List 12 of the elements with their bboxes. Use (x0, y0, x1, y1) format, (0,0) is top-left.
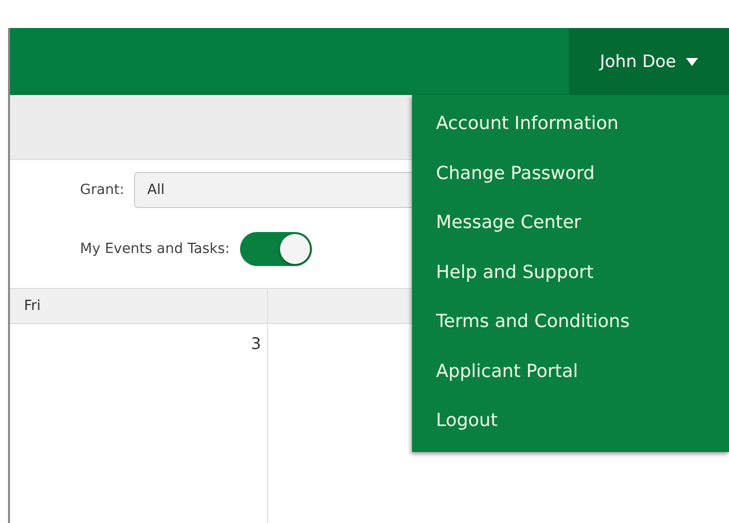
grant-label: Grant: (80, 182, 124, 198)
caret-icon (686, 58, 698, 66)
day-header: Fri (10, 289, 268, 323)
events-toggle[interactable] (240, 232, 312, 266)
user-menu-button[interactable]: John Doe (569, 28, 729, 95)
events-toggle-label: My Events and Tasks: (80, 241, 230, 257)
menu-item[interactable]: Logout (412, 396, 729, 446)
menu-item[interactable]: Terms and Conditions (412, 297, 729, 346)
day-number: 3 (250, 334, 261, 353)
menu-item[interactable]: Account Information (412, 99, 729, 148)
menu-item[interactable]: Applicant Portal (412, 346, 729, 396)
menu-item[interactable]: Help and Support (412, 248, 729, 297)
